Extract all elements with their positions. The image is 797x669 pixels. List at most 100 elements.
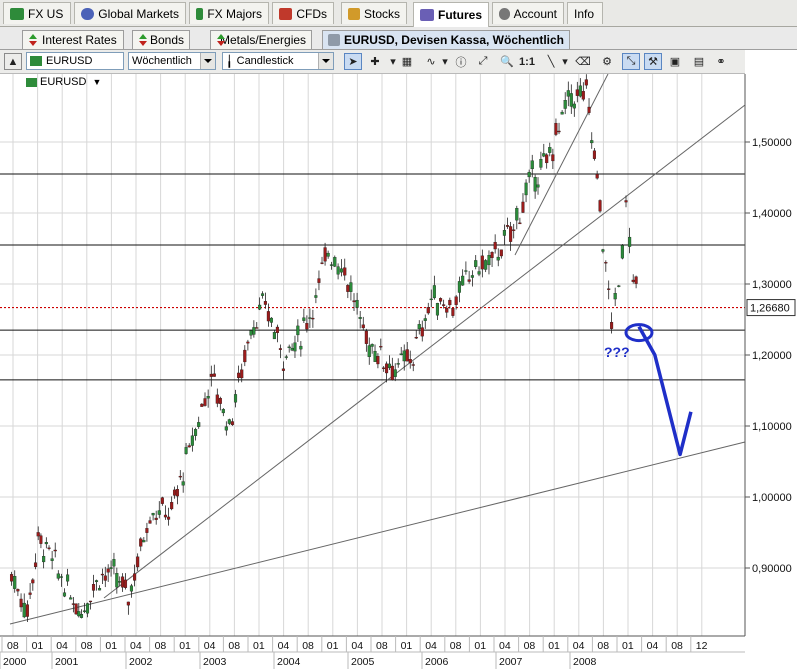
chevron-down-icon[interactable]: ▾ bbox=[560, 53, 570, 70]
year-tick-label: 2002 bbox=[129, 656, 153, 668]
link-icon[interactable]: ⚭ bbox=[712, 53, 730, 70]
candle-body bbox=[112, 559, 116, 567]
stocks-icon bbox=[348, 7, 360, 20]
auto-trend-icon[interactable]: ⤡ bbox=[622, 53, 640, 70]
candle-body bbox=[631, 279, 635, 282]
zoom-fit-icon[interactable]: ⤢ bbox=[474, 53, 492, 70]
candle-body bbox=[290, 347, 294, 351]
grid-icon[interactable]: ▦ bbox=[398, 53, 416, 70]
chevron-down-icon[interactable]: ▾ bbox=[388, 53, 398, 70]
chevron-down-icon: ▼ bbox=[92, 77, 102, 87]
month-tick-label: 01 bbox=[32, 640, 44, 652]
month-tick-label: 08 bbox=[81, 640, 93, 652]
tab-fx-us[interactable]: FX US bbox=[3, 2, 71, 24]
candle-body bbox=[16, 589, 20, 592]
candle-body bbox=[47, 547, 51, 549]
properties-icon[interactable]: ⚒ bbox=[644, 53, 662, 70]
candle-body bbox=[548, 147, 552, 153]
candle-body bbox=[493, 241, 497, 250]
month-tick-label: 01 bbox=[474, 640, 486, 652]
up-down-arrows-icon bbox=[138, 34, 147, 46]
info-icon[interactable]: ⓘ bbox=[452, 53, 470, 70]
tab-global-markets[interactable]: Global Markets bbox=[74, 2, 186, 24]
template-icon[interactable]: ▣ bbox=[666, 53, 684, 70]
export-icon[interactable]: ▤ bbox=[690, 53, 708, 70]
chevron-down-icon[interactable]: ▾ bbox=[440, 53, 450, 70]
indicator-icon[interactable]: ∿ bbox=[422, 53, 440, 70]
candle-body bbox=[560, 111, 564, 115]
candle-body bbox=[557, 130, 561, 133]
price-tick-label: 1,10000 bbox=[752, 421, 792, 433]
candle-body bbox=[358, 317, 362, 319]
candle-body bbox=[252, 327, 256, 335]
candle-body bbox=[44, 542, 48, 545]
candle-body bbox=[193, 429, 198, 436]
tab-futures[interactable]: Futures bbox=[413, 2, 489, 27]
month-tick-label: 04 bbox=[499, 640, 511, 652]
year-tick-label: 2007 bbox=[499, 656, 523, 668]
candle-body bbox=[512, 229, 516, 231]
candle-body bbox=[454, 296, 458, 305]
scroll-up-icon[interactable]: ▲ bbox=[4, 53, 22, 70]
candle-body bbox=[572, 103, 576, 109]
candle-body bbox=[115, 573, 119, 588]
candle-body bbox=[323, 247, 327, 262]
candle-body bbox=[536, 184, 540, 188]
subtab-interest-rates[interactable]: Interest Rates bbox=[22, 30, 124, 49]
candle-body bbox=[496, 256, 500, 261]
chart-symbol-label[interactable]: EURUSD ▼ bbox=[26, 76, 101, 88]
year-tick-label: 2000 bbox=[3, 656, 27, 668]
candle-body bbox=[470, 275, 474, 278]
trendline-icon[interactable]: ╲ bbox=[542, 53, 560, 70]
candle-body bbox=[487, 255, 491, 266]
candle-body bbox=[349, 282, 353, 292]
candle-body bbox=[387, 363, 391, 369]
tab-account[interactable]: Account bbox=[492, 2, 564, 24]
symbol-field[interactable]: EURUSD bbox=[26, 52, 124, 70]
price-tick-label: 1,20000 bbox=[752, 350, 792, 362]
month-tick-label: 08 bbox=[597, 640, 609, 652]
candle-body bbox=[74, 603, 78, 615]
price-chart[interactable]: ??? 1,50000 1,40000 1,30000 1,20000 1,10000 1,… bbox=[0, 74, 797, 669]
pattern-icon[interactable]: ⚙ bbox=[598, 53, 616, 70]
candle-body bbox=[426, 307, 430, 314]
globe-icon bbox=[81, 7, 95, 20]
zoom-icon[interactable]: 🔍 bbox=[498, 53, 516, 70]
subtab-bonds[interactable]: Bonds bbox=[132, 30, 190, 49]
candle-body bbox=[269, 317, 273, 323]
candle-body bbox=[151, 512, 155, 516]
candle-body bbox=[590, 140, 594, 144]
current-price-label: 1,26680 bbox=[750, 303, 790, 315]
year-tick-label: 2005 bbox=[351, 656, 375, 668]
pointer-icon[interactable]: ➤ bbox=[344, 53, 362, 70]
tab-stocks[interactable]: Stocks bbox=[341, 2, 407, 24]
candle-body bbox=[260, 293, 265, 296]
candle-body bbox=[530, 160, 534, 170]
candle-body bbox=[129, 585, 134, 592]
candle-body bbox=[178, 475, 182, 478]
crosshair-icon[interactable]: ✚ bbox=[366, 53, 384, 70]
price-axis-area bbox=[745, 74, 797, 669]
month-tick-label: 04 bbox=[351, 640, 363, 652]
month-tick-label: 08 bbox=[376, 640, 388, 652]
candle-body bbox=[402, 350, 406, 362]
eraser-icon[interactable]: ⌫ bbox=[574, 53, 592, 70]
tab-cfds[interactable]: CFDs bbox=[272, 2, 334, 24]
period-select[interactable]: Wöchentlich bbox=[128, 52, 216, 70]
candle-body bbox=[595, 173, 599, 179]
candle-body bbox=[554, 122, 558, 135]
scale-button[interactable]: 1:1 bbox=[518, 53, 536, 70]
candle-body bbox=[451, 308, 455, 316]
subtab-metals-energies[interactable]: Metals/Energies bbox=[210, 30, 312, 49]
tab-info[interactable]: Info bbox=[567, 2, 603, 24]
tab-fx-majors[interactable]: FX Majors bbox=[189, 2, 269, 24]
fx-icon bbox=[30, 56, 42, 66]
candle-body bbox=[106, 568, 110, 573]
candle-body bbox=[281, 368, 285, 371]
candle-body bbox=[19, 598, 23, 608]
fx-icon bbox=[10, 7, 24, 20]
subtab-eurusd-chart[interactable]: EURUSD, Devisen Kassa, Wöchentlich bbox=[322, 30, 570, 49]
cfd-icon bbox=[279, 7, 293, 20]
candle-body bbox=[13, 576, 17, 589]
chart-type-select[interactable]: ╽ Candlestick bbox=[222, 52, 334, 70]
